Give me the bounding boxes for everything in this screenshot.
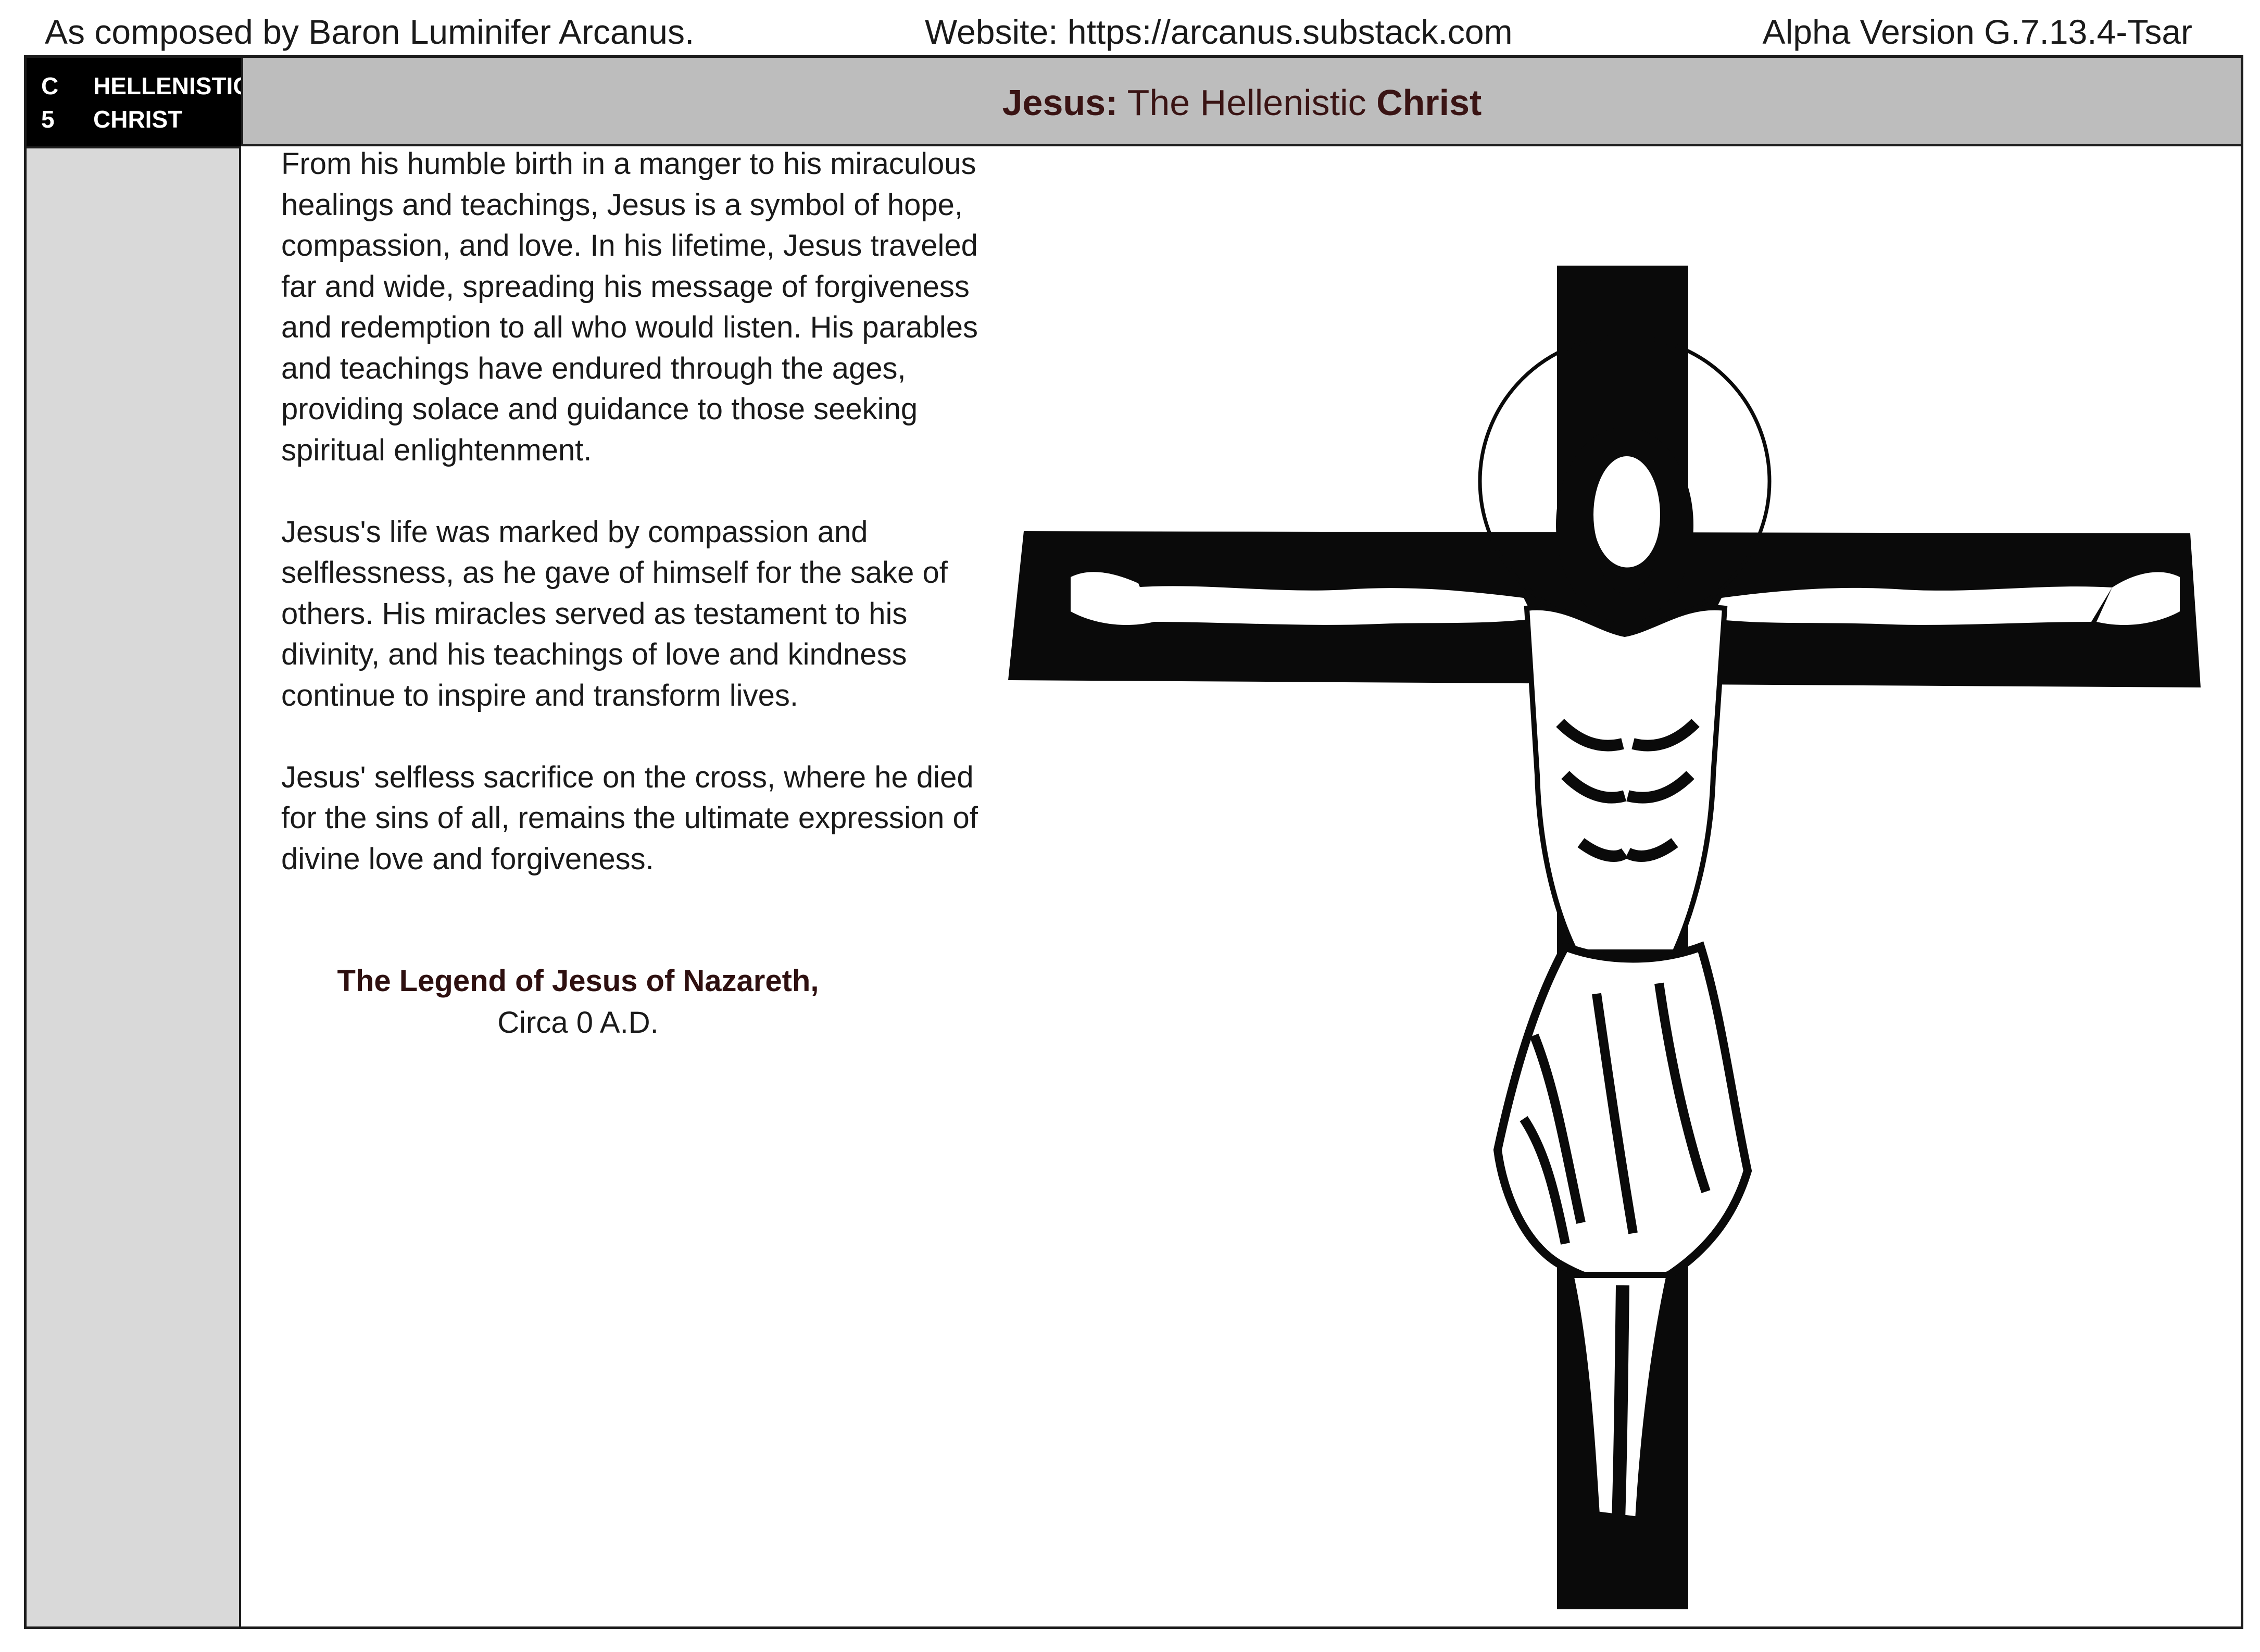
title-bar: Jesus: The Hellenistic Christ — [241, 58, 2241, 146]
title-bold-start: Jesus: — [1002, 82, 1118, 123]
chapter-number-digit: 5 — [41, 106, 55, 133]
author-credit: As composed by Baron Luminifer Arcanus. — [45, 12, 695, 51]
loincloth — [1493, 941, 1752, 1288]
title-bold-end: Christ — [1376, 82, 1482, 123]
leg-shading — [1612, 1285, 1629, 1520]
right-arm — [1711, 586, 2112, 625]
chapter-badge: C 5 HELLENISTIC CHRIST — [27, 58, 250, 146]
version-label: Alpha Version G.7.13.4-Tsar — [1762, 12, 2192, 51]
chapter-number-letter: C — [41, 72, 59, 99]
chapter-name: HELLENISTIC CHRIST — [93, 69, 250, 136]
crucifix-illustration — [982, 202, 2232, 1619]
left-margin-column — [27, 146, 241, 1626]
paragraph-1: From his humble birth in a manger to his… — [281, 147, 978, 467]
citation: The Legend of Jesus of Nazareth, Circa 0… — [281, 960, 875, 1044]
paragraph-2: Jesus's life was marked by compassion an… — [281, 515, 948, 712]
crucifix-icon — [1008, 266, 2201, 1609]
body-text: From his humble birth in a manger to his… — [281, 144, 979, 921]
torso — [1524, 605, 1728, 955]
chapter-name-line-2: CHRIST — [93, 106, 183, 133]
title-middle: The Hellenistic — [1118, 82, 1377, 123]
page-header: As composed by Baron Luminifer Arcanus. … — [0, 0, 2260, 54]
chapter-name-line-1: HELLENISTIC — [93, 72, 250, 99]
page-title: Jesus: The Hellenistic Christ — [243, 81, 2241, 124]
citation-date: Circa 0 A.D. — [497, 1006, 659, 1040]
paragraph-3: Jesus' selfless sacrifice on the cross, … — [281, 760, 978, 876]
citation-source: The Legend of Jesus of Nazareth, — [337, 964, 819, 998]
chapter-number: C 5 — [41, 69, 62, 136]
website-credit: Website: https://arcanus.substack.com — [925, 12, 1513, 51]
